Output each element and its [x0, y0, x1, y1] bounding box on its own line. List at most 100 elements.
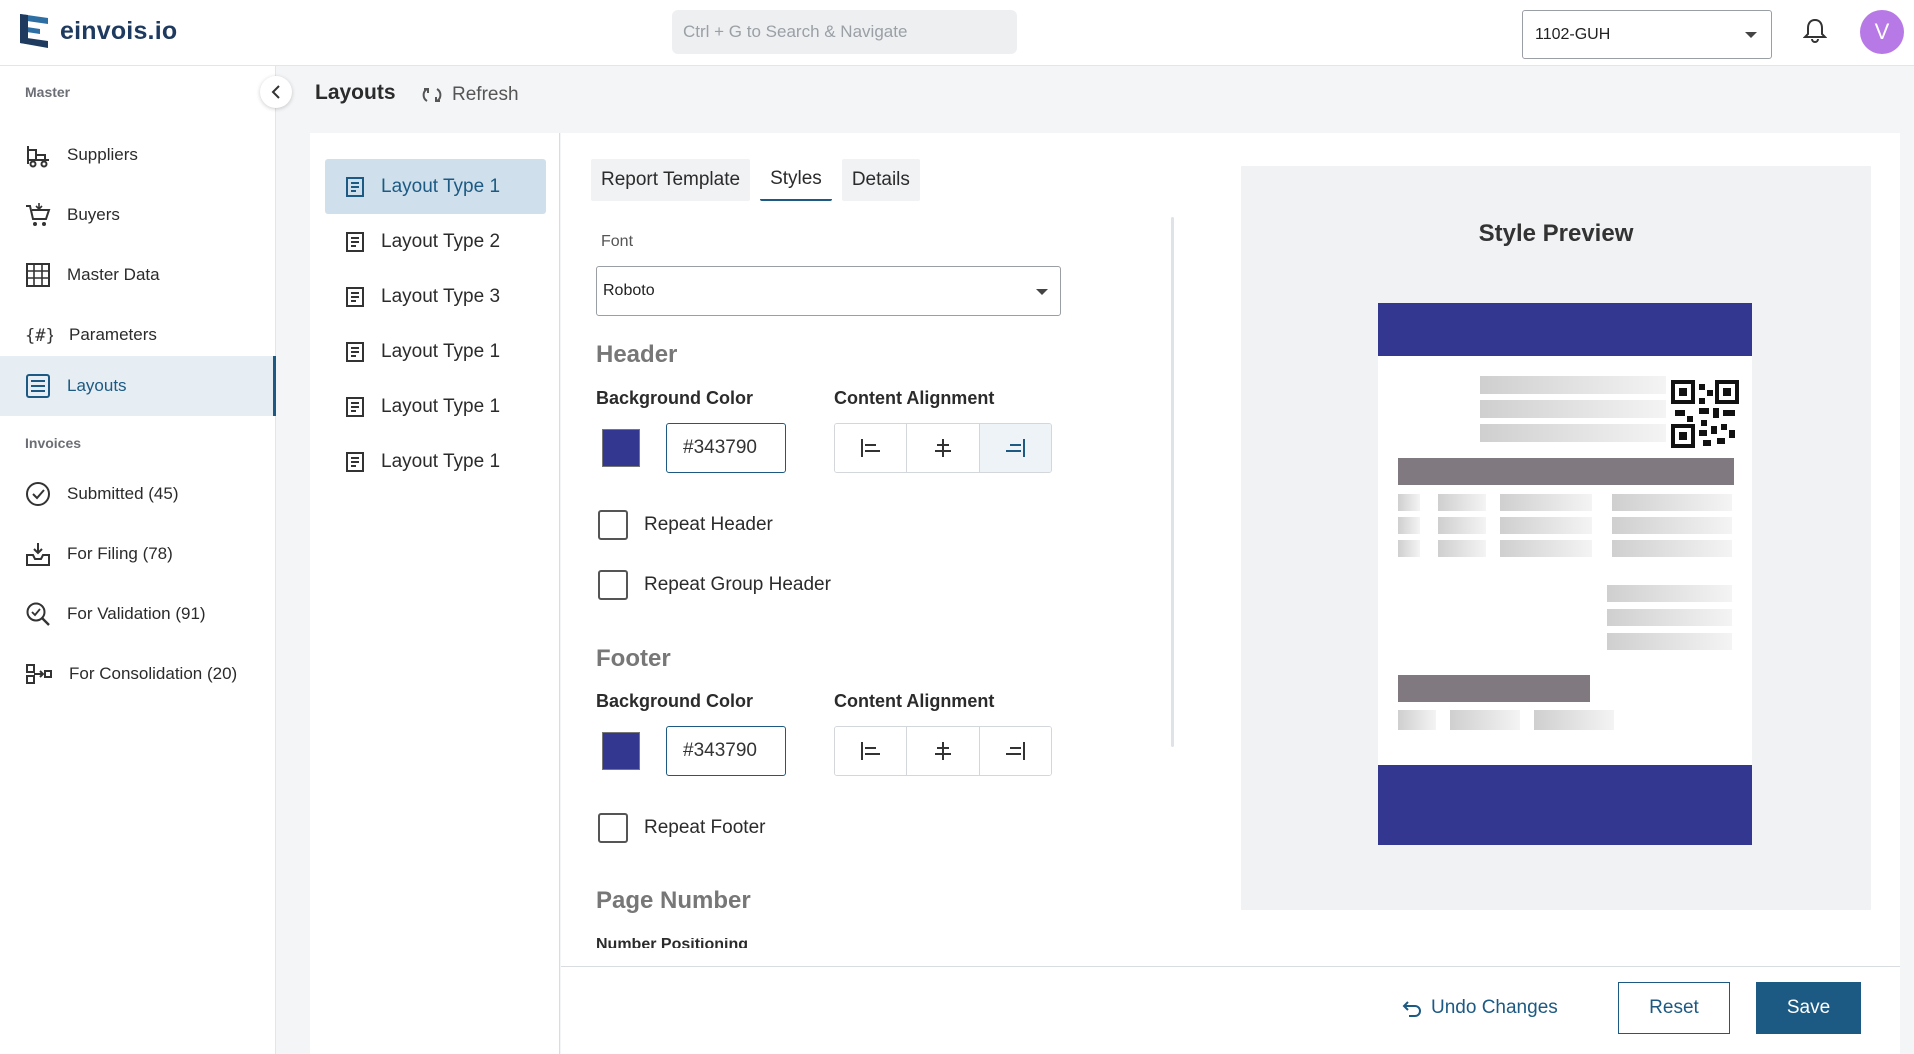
- repeat-footer-label: Repeat Footer: [644, 817, 766, 838]
- header-color-input[interactable]: #343790: [666, 423, 786, 473]
- save-button[interactable]: Save: [1756, 982, 1861, 1034]
- sidebar-item-label: Buyers: [67, 205, 120, 224]
- sidebar-collapse-button[interactable]: [260, 76, 292, 108]
- footer-align-left-button[interactable]: [835, 727, 908, 775]
- styles-panel: Report Template Styles Details Font Robo…: [561, 133, 1900, 1054]
- app-logo[interactable]: einvois.io: [18, 12, 177, 50]
- layout-item[interactable]: Layout Type 3: [325, 269, 546, 324]
- preview-text-line: [1480, 424, 1666, 442]
- undo-changes-button[interactable]: Undo Changes: [1401, 997, 1558, 1019]
- preview-text-line: [1480, 400, 1666, 418]
- layout-list-panel: Layout Type 1 Layout Type 2 Layout Type …: [310, 133, 560, 1054]
- scrollbar[interactable]: [1171, 217, 1174, 747]
- sidebar-item-suppliers[interactable]: Suppliers: [0, 125, 276, 185]
- layout-item[interactable]: Layout Type 1: [325, 379, 546, 434]
- consolidation-icon: [26, 664, 52, 684]
- search-input[interactable]: Ctrl + G to Search & Navigate: [672, 10, 1017, 54]
- sidebar-item-buyers[interactable]: Buyers: [0, 185, 276, 245]
- sidebar-item-label: Suppliers: [67, 145, 138, 164]
- font-select[interactable]: Roboto: [596, 266, 1061, 316]
- header-align-left-button[interactable]: [835, 424, 908, 472]
- sidebar-item-label: For Validation (91): [67, 604, 206, 623]
- layout-item[interactable]: Layout Type 1: [325, 159, 546, 214]
- footer-color-swatch[interactable]: [602, 732, 640, 770]
- preview-table-cell: [1438, 517, 1486, 534]
- document-icon: [346, 176, 364, 197]
- header-align-center-button[interactable]: [907, 424, 980, 472]
- header-alignment-label: Content Alignment: [834, 388, 995, 408]
- sidebar-item-layouts[interactable]: Layouts: [0, 356, 276, 416]
- sidebar-item-for-filing[interactable]: For Filing (78): [0, 524, 276, 584]
- sidebar-item-for-validation[interactable]: For Validation (91): [0, 584, 276, 644]
- document-icon: [346, 451, 364, 472]
- check-circle-icon: [26, 482, 50, 506]
- sidebar-item-label: For Filing (78): [67, 544, 173, 563]
- sidebar-item-label: Layouts: [67, 376, 127, 395]
- repeat-group-header-checkbox[interactable]: [598, 570, 628, 600]
- repeat-group-header-label: Repeat Group Header: [644, 574, 831, 595]
- layout-item-label: Layout Type 1: [381, 175, 501, 197]
- preview-section-bar: [1398, 458, 1734, 485]
- preview-table-cell: [1398, 517, 1420, 534]
- style-preview-title: Style Preview: [1478, 220, 1634, 247]
- footer-align-center-button[interactable]: [907, 727, 980, 775]
- repeat-footer-checkbox[interactable]: [598, 813, 628, 843]
- preview-notes-line: [1398, 710, 1436, 730]
- sidebar-section-master: Master: [25, 84, 71, 100]
- layout-item[interactable]: Layout Type 2: [325, 214, 546, 269]
- repeat-header-option[interactable]: Repeat Header: [598, 510, 773, 540]
- user-avatar[interactable]: V: [1860, 10, 1904, 54]
- refresh-icon: [422, 88, 442, 102]
- preview-table-cell: [1438, 540, 1486, 557]
- preview-document: [1378, 303, 1752, 845]
- reset-button[interactable]: Reset: [1618, 982, 1730, 1034]
- repeat-group-header-option[interactable]: Repeat Group Header: [598, 570, 831, 600]
- layout-item-label: Layout Type 1: [381, 395, 501, 417]
- notifications-bell-icon[interactable]: [1802, 18, 1828, 49]
- footer-color-input[interactable]: #343790: [666, 726, 786, 776]
- layout-item-label: Layout Type 2: [381, 230, 501, 252]
- footer-alignment-label: Content Alignment: [834, 691, 995, 711]
- preview-table-cell: [1500, 517, 1592, 534]
- svg-text:{#}: {#}: [25, 326, 53, 346]
- repeat-header-label: Repeat Header: [644, 514, 773, 535]
- footer-align-right-button[interactable]: [979, 727, 1051, 775]
- qr-code-icon: [1671, 380, 1739, 448]
- page-number-section-heading: Page Number: [596, 887, 751, 914]
- refresh-button[interactable]: Refresh: [422, 84, 519, 106]
- repeat-footer-option[interactable]: Repeat Footer: [598, 813, 765, 843]
- sidebar-item-submitted[interactable]: Submitted (45): [0, 464, 276, 524]
- header-align-right-button[interactable]: [979, 424, 1051, 472]
- preview-table-cell: [1612, 517, 1732, 534]
- tab-styles[interactable]: Styles: [760, 159, 832, 201]
- search-check-icon: [26, 602, 50, 626]
- chevron-left-icon: [271, 85, 280, 99]
- preview-notes-line: [1534, 710, 1614, 730]
- cart-icon: [26, 203, 51, 226]
- sidebar-item-master-data[interactable]: Master Data: [0, 245, 276, 305]
- sidebar-item-for-consolidation[interactable]: For Consolidation (20): [0, 644, 276, 704]
- header-bg-color-label: Background Color: [596, 388, 754, 408]
- company-selector[interactable]: 1102-GUH: [1522, 10, 1772, 59]
- preview-table-cell: [1612, 494, 1732, 511]
- align-left-icon: [860, 439, 880, 457]
- logo-icon: [20, 14, 48, 48]
- layout-item[interactable]: Layout Type 1: [325, 434, 546, 489]
- header-color-value: #343790: [683, 437, 757, 458]
- tab-report-template[interactable]: Report Template: [591, 159, 751, 201]
- repeat-header-checkbox[interactable]: [598, 510, 628, 540]
- header-color-swatch[interactable]: [602, 429, 640, 467]
- align-right-icon: [1006, 439, 1026, 457]
- layout-item-label: Layout Type 3: [381, 285, 501, 307]
- chevron-down-icon: [1745, 32, 1757, 38]
- layout-item[interactable]: Layout Type 1: [325, 324, 546, 379]
- preview-table-cell: [1398, 494, 1420, 511]
- font-label: Font: [601, 233, 634, 250]
- align-right-icon: [1006, 742, 1026, 760]
- preview-total-line: [1607, 609, 1732, 626]
- page-title: Layouts: [315, 81, 396, 104]
- preview-notes-line: [1450, 710, 1520, 730]
- preview-total-line: [1607, 633, 1732, 650]
- tab-details[interactable]: Details: [841, 159, 920, 201]
- inbox-icon: [26, 543, 50, 566]
